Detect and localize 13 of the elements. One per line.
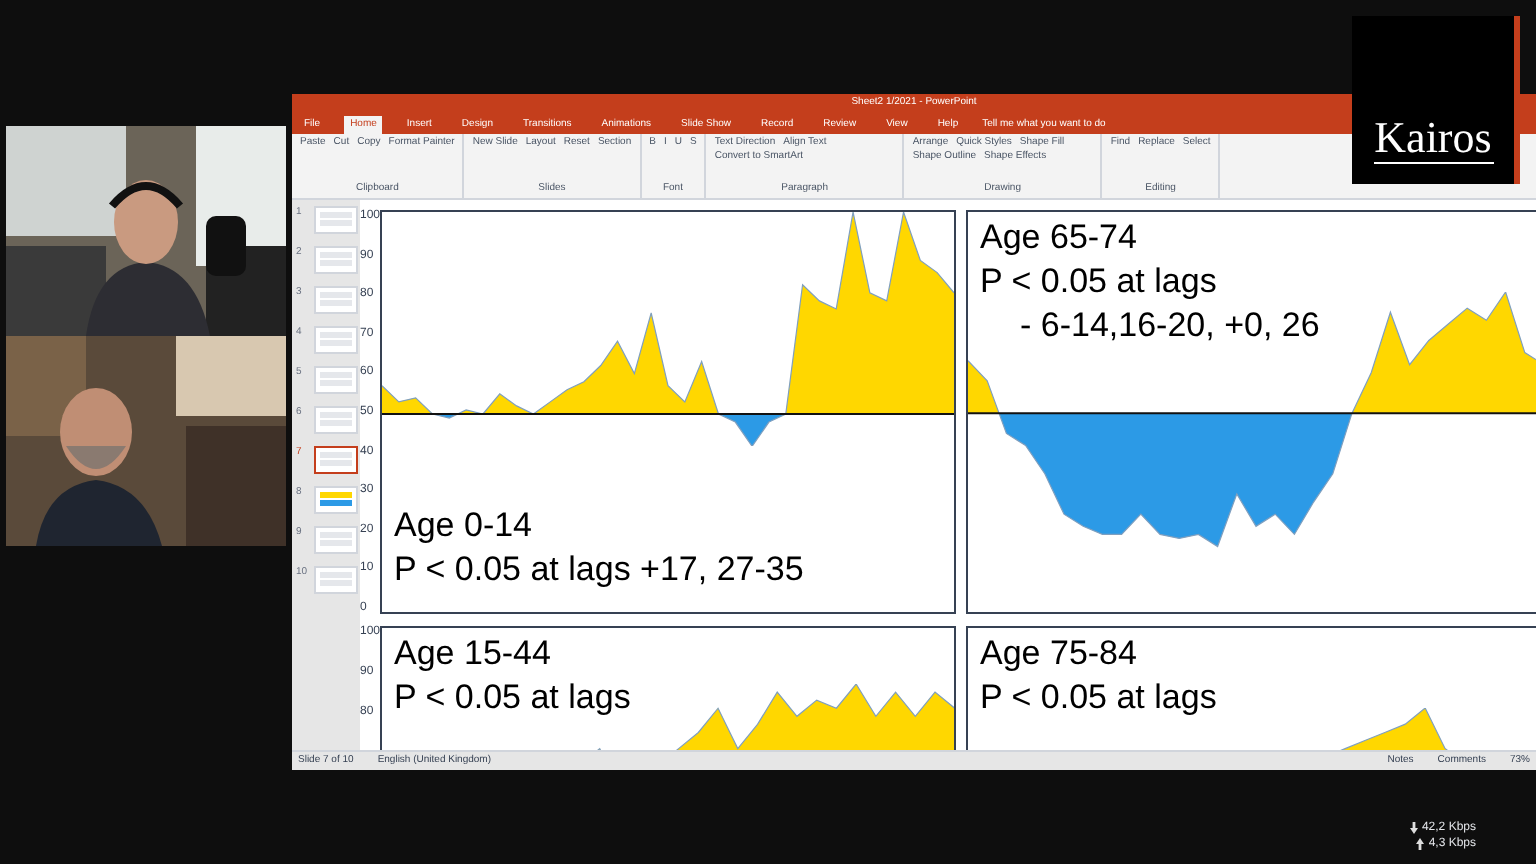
panel-text: Age 65-74 — [980, 216, 1137, 260]
logo: Kairos — [1352, 16, 1520, 184]
arrow-down-icon — [1409, 822, 1418, 834]
panel-text: Age 15-44 — [394, 632, 551, 676]
panel-text: P < 0.05 at lags — [980, 676, 1217, 720]
panel-text: Age 0-14 — [394, 504, 533, 548]
panel-text: P < 0.05 at lags +17, 27-35 — [394, 548, 804, 592]
slide-thumbnail[interactable] — [314, 446, 358, 474]
panel-text: Age 75-84 — [980, 632, 1137, 676]
panel-text: - 6-14,16-20, +0, 26 — [1018, 304, 1320, 348]
arrow-up-icon — [1416, 838, 1425, 850]
panel-text: P < 0.05 at lags — [980, 260, 1217, 304]
panel-text: P < 0.05 at lags — [394, 676, 631, 720]
